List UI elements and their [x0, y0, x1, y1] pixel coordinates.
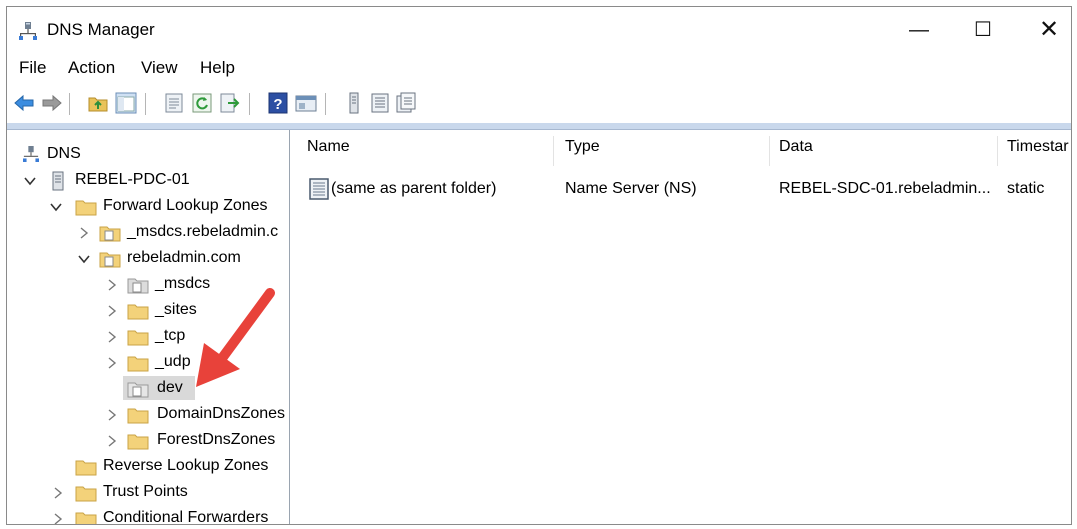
record-data: REBEL-SDC-01.rebeladmin... [779, 180, 991, 197]
show-hide-tree-icon[interactable] [115, 92, 137, 114]
tree-node-reverse-lookup-zones[interactable]: Reverse Lookup Zones [7, 456, 287, 480]
tree-label: _tcp [155, 327, 186, 344]
chevron-right-icon[interactable] [105, 408, 119, 422]
tree-node-rebeladmin-zone[interactable]: rebeladmin.com [7, 248, 287, 272]
toolbar-separator [145, 93, 146, 115]
tree-label: Reverse Lookup Zones [103, 457, 269, 474]
tree-node-domaindnszones[interactable]: DomainDnsZones [7, 404, 287, 428]
tree-label: Conditional Forwarders [103, 509, 269, 524]
annotation-arrow [196, 288, 275, 387]
folder-icon [75, 486, 97, 502]
tree-label: ForestDnsZones [157, 431, 276, 448]
zone-folder-icon [99, 252, 121, 268]
column-divider[interactable] [769, 136, 770, 166]
chevron-right-icon[interactable] [77, 226, 91, 240]
tree-node-conditional-forwarders[interactable]: Conditional Forwarders [7, 508, 287, 524]
tree-label: _sites [155, 301, 197, 318]
record-icon [309, 178, 329, 200]
tree-label: REBEL-PDC-01 [75, 171, 190, 188]
folder-icon [127, 408, 149, 424]
window-title: DNS Manager [47, 20, 155, 39]
chevron-right-icon[interactable] [105, 278, 119, 292]
chevron-right-icon[interactable] [51, 512, 65, 524]
export-icon[interactable] [219, 92, 241, 114]
back-icon[interactable] [13, 92, 35, 114]
help-icon[interactable]: ? [267, 92, 289, 114]
tree-label: DNS [47, 145, 81, 162]
menu-bar: File Action View Help [7, 53, 1071, 83]
toolbar-separator [69, 93, 70, 115]
refresh-icon[interactable] [191, 92, 213, 114]
chevron-right-icon[interactable] [51, 486, 65, 500]
tree-node-msdcs-zone[interactable]: _msdcs.rebeladmin.c [7, 222, 287, 246]
tree-node-trust-points[interactable]: Trust Points [7, 482, 287, 506]
tree-node-forward-lookup-zones[interactable]: Forward Lookup Zones [7, 196, 287, 220]
export-list-icon[interactable] [163, 92, 185, 114]
dns-app-icon [19, 22, 37, 40]
tree-label: Forward Lookup Zones [103, 197, 268, 214]
close-button[interactable]: ✕ [1019, 7, 1071, 53]
folder-icon [127, 304, 149, 320]
record-icon[interactable] [395, 92, 417, 114]
tree-node-dns[interactable]: DNS [7, 144, 287, 168]
results-list: Name Type Data Timestar (same as parent … [291, 130, 1071, 524]
chevron-right-icon[interactable] [105, 330, 119, 344]
tree-label: Trust Points [103, 483, 188, 500]
title-bar: DNS Manager — ☐ ✕ [7, 7, 1071, 53]
chevron-down-icon[interactable] [23, 174, 37, 188]
console-icon[interactable] [295, 92, 317, 114]
tree-label: dev [157, 379, 183, 396]
minimize-button[interactable]: — [889, 7, 949, 53]
column-divider[interactable] [997, 136, 998, 166]
chevron-right-icon[interactable] [105, 304, 119, 318]
zone-folder-icon [99, 226, 121, 242]
dns-icon [23, 146, 39, 162]
record-type: Name Server (NS) [565, 180, 697, 197]
menu-view[interactable]: View [141, 58, 178, 78]
menu-help[interactable]: Help [200, 58, 235, 78]
chevron-right-icon[interactable] [105, 356, 119, 370]
menu-action[interactable]: Action [68, 58, 115, 78]
toolbar: ? [7, 87, 1071, 121]
chevron-down-icon[interactable] [49, 200, 63, 214]
column-header-timestamp[interactable]: Timestar [1007, 138, 1069, 174]
column-header-name[interactable]: Name [307, 138, 350, 174]
column-header-data[interactable]: Data [779, 138, 813, 174]
record-timestamp: static [1007, 180, 1045, 197]
tree-node-forestdnszones[interactable]: ForestDnsZones [7, 430, 287, 454]
server-icon [52, 171, 64, 191]
dns-manager-window: DNS Manager — ☐ ✕ File Action View Help [6, 6, 1072, 525]
chevron-down-icon[interactable] [77, 252, 91, 266]
folder-icon [75, 512, 97, 524]
toolbar-divider [7, 123, 1071, 130]
folder-icon [75, 200, 97, 216]
column-divider[interactable] [553, 136, 554, 166]
svg-text:?: ? [273, 96, 282, 113]
toolbar-separator [325, 93, 326, 115]
record-name: (same as parent folder) [331, 180, 497, 197]
column-header-type[interactable]: Type [565, 138, 600, 174]
folder-icon [127, 356, 149, 372]
delegated-zone-icon [127, 382, 149, 398]
folder-icon [127, 330, 149, 346]
maximize-button[interactable]: ☐ [953, 7, 1013, 53]
menu-file[interactable]: File [19, 58, 46, 78]
zone-icon[interactable] [369, 92, 391, 114]
tree-label: _msdcs.rebeladmin.c [127, 223, 279, 240]
server-icon[interactable] [343, 92, 365, 114]
tree-label: rebeladmin.com [127, 249, 241, 266]
tree-node-server[interactable]: REBEL-PDC-01 [7, 170, 287, 194]
tree-label: DomainDnsZones [157, 405, 286, 422]
folder-icon [75, 460, 97, 476]
up-folder-icon[interactable] [87, 92, 109, 114]
folder-icon [127, 434, 149, 450]
forward-icon[interactable] [41, 92, 63, 114]
delegated-zone-icon [127, 278, 149, 294]
tree-label: _udp [155, 353, 191, 370]
chevron-right-icon[interactable] [105, 434, 119, 448]
toolbar-separator [249, 93, 250, 115]
